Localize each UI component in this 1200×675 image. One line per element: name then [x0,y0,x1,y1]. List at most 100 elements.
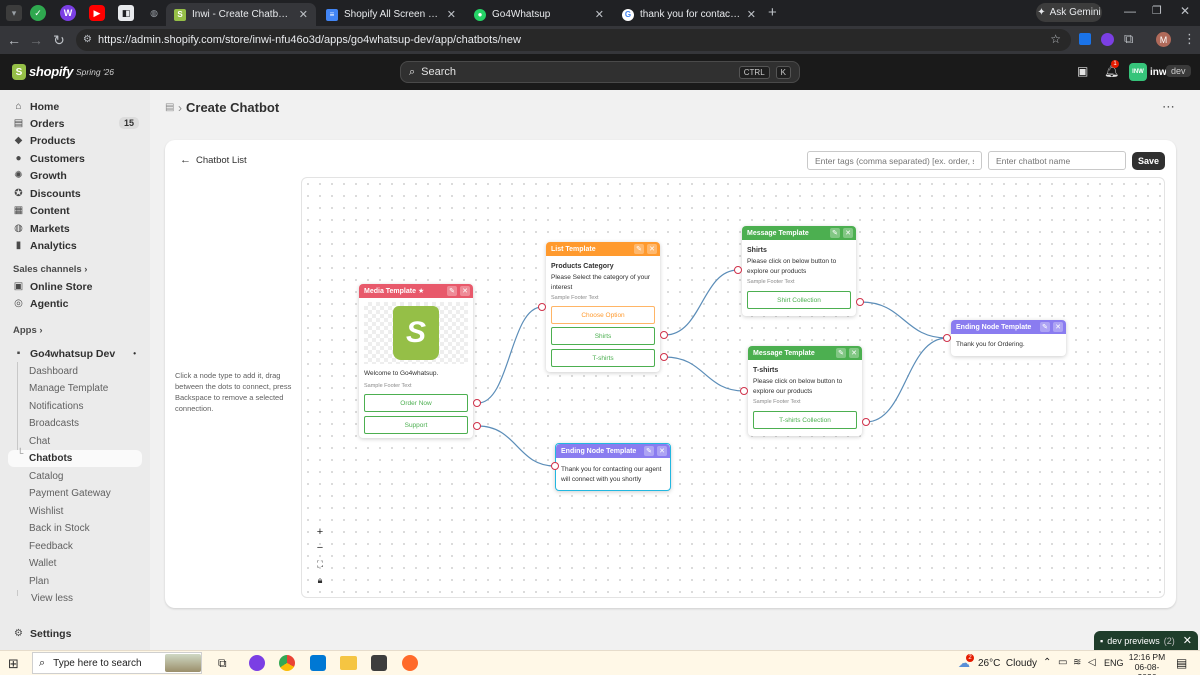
restore-icon[interactable]: ❐ [1152,4,1162,17]
window-close-icon[interactable]: ✕ [1180,4,1190,18]
handle-tshirts[interactable] [660,353,668,361]
edit-pencil-icon[interactable]: ✎ [447,286,457,296]
pinned-tab-app-icon[interactable]: W [60,5,76,21]
pinned-tab-check-icon[interactable]: ✓ [30,5,46,21]
tab-search-icon[interactable]: ▾ [6,5,22,21]
handle-support[interactable] [473,422,481,430]
reload-icon[interactable]: ↻ [51,32,67,48]
node-header[interactable]: Media Template ★ ✎ ✕ [359,284,473,298]
sidebar-sub-chatbots[interactable]: Chatbots [29,450,72,466]
edit-pencil-icon[interactable]: ✎ [644,446,654,456]
zoom-in-icon[interactable]: + [312,524,328,540]
node-header[interactable]: List Template ✎ ✕ [546,242,660,256]
view-less-link[interactable]: View less [31,590,73,606]
sidebar-sub-manage-template[interactable]: Manage Template [29,380,108,396]
vscode-icon[interactable] [310,655,326,671]
sidebar-sub-dashboard[interactable]: Dashboard [29,363,78,379]
notification-center-icon[interactable]: ▤ [1176,656,1187,670]
sidebar-sub-notifications[interactable]: Notifications [29,398,83,414]
sidebar-sub-back-in-stock[interactable]: Back in Stock [29,520,90,536]
lock-icon[interactable]: 🔒︎ [312,572,328,588]
node-header[interactable]: Message Template ✎ ✕ [748,346,862,360]
forward-icon[interactable]: → [28,32,44,48]
sidebar-sub-plan[interactable]: Plan [29,573,49,589]
edit-pencil-icon[interactable]: ✎ [830,228,840,238]
pinned-tab-tool-icon[interactable]: ◧ [118,5,134,21]
inbox-icon[interactable]: ▣ [1077,64,1088,78]
tab-create-chatbot[interactable]: S Inwi - Create Chatbot - Shopify ✕ [166,3,316,26]
handle-order-now[interactable] [473,399,481,407]
postman-icon[interactable] [402,655,418,671]
sidebar-item-growth[interactable]: ✺ Growth [8,167,142,184]
sidebar-item-home[interactable]: ⌂ Home [8,98,142,115]
order-now-button[interactable]: Order Now [364,394,468,412]
weather-text[interactable]: 26°C Cloudy [978,658,1037,669]
sidebar-sub-catalog[interactable]: Catalog [29,468,63,484]
wifi-icon[interactable]: ≋ [1073,657,1081,668]
tshirts-option-button[interactable]: T-shirts [551,349,655,367]
edge-support-to-ending[interactable] [477,425,556,467]
handle-list-input[interactable] [538,303,546,311]
fit-view-icon[interactable]: ⛶ [312,556,328,572]
node-message-tshirts[interactable]: Message Template ✎ ✕ T-shirts Please cli… [748,346,862,436]
close-icon[interactable]: ✕ [747,8,756,21]
task-view-icon[interactable]: ⧉ [218,656,227,671]
app-breadcrumb-icon[interactable]: ▤ [165,102,174,113]
sidebar-item-go4whatsup[interactable]: ▪ Go4whatsup Dev • [8,345,142,362]
palette-conditional-node[interactable]: Conditional Node [175,312,294,333]
store-avatar[interactable]: INW [1129,63,1147,81]
handle-shirt-collection[interactable] [856,298,864,306]
taskbar-app-icon[interactable] [249,655,265,671]
edge-order-now-to-list[interactable] [477,306,543,404]
chevron-up-icon[interactable]: ⌃ [1043,657,1051,668]
sidebar-item-settings[interactable]: ⚙ Settings [8,625,142,642]
sidebar-item-content[interactable]: ▦ Content [8,202,142,219]
extension-icon[interactable] [1079,33,1091,45]
sales-channels-heading[interactable]: Sales channels › [13,264,87,275]
volume-icon[interactable]: ◁ [1088,657,1096,668]
delete-x-icon[interactable]: ✕ [1053,322,1063,332]
edge-shirts-to-message[interactable] [664,269,739,336]
node-ending-ordering[interactable]: Ending Node Template ✎ ✕ Thank you for O… [951,320,1066,356]
sidebar-sub-feedback[interactable]: Feedback [29,538,73,554]
node-header[interactable]: Ending Node Template ✎ ✕ [556,444,670,458]
pinned-tab-youtube-icon[interactable]: ▶ [89,5,105,21]
close-icon[interactable]: ✕ [447,8,456,21]
tab-google-search[interactable]: G thank you for contacting our agent ✕ [614,3,764,26]
chrome-icon[interactable] [279,655,295,671]
node-list-template[interactable]: List Template ✎ ✕ Products Category Plea… [546,242,660,372]
support-button[interactable]: Support [364,416,468,434]
minimize-icon[interactable]: — [1124,4,1136,18]
sidebar-item-agentic[interactable]: ◎ Agentic [8,295,142,312]
node-media-template[interactable]: Media Template ★ ✎ ✕ S Welcome to Go4wha… [359,284,473,438]
handle-ending-support-input[interactable] [551,462,559,470]
edge-tshirts-collection-to-ending[interactable] [865,337,948,423]
shirt-collection-button[interactable]: Shirt Collection [747,291,851,309]
node-ending-support[interactable]: Ending Node Template ✎ ✕ Thank you for c… [555,443,671,491]
palette-list[interactable]: List [175,231,294,252]
palette-question[interactable]: Question [175,285,294,306]
tab-go4whatsup[interactable]: ● Go4Whatsup ✕ [466,3,612,26]
sidebar-item-orders[interactable]: ▤ Orders 15 [8,115,142,132]
sidebar-item-markets[interactable]: ◍ Markets [8,220,142,237]
delete-x-icon[interactable]: ✕ [849,348,859,358]
delete-x-icon[interactable]: ✕ [647,244,657,254]
extension-app-icon[interactable] [1101,33,1114,46]
language-indicator[interactable]: ENG [1104,658,1124,668]
sidebar-sub-payment-gateway[interactable]: Payment Gateway [29,485,111,501]
more-actions-icon[interactable]: ⋯ [1162,99,1175,115]
sidebar-sub-wishlist[interactable]: Wishlist [29,503,63,519]
apps-heading[interactable]: Apps › [13,325,43,336]
shirts-option-button[interactable]: Shirts [551,327,655,345]
tags-input[interactable] [807,151,982,170]
search-bar[interactable]: ⌕ Search CTRL K [400,61,800,83]
pinned-tab-globe-icon[interactable]: ◍ [146,5,162,21]
ask-gemini-button[interactable]: ✦ Ask Gemini [1036,3,1102,22]
node-message-shirts[interactable]: Message Template ✎ ✕ Shirts Please click… [742,226,856,316]
file-explorer-icon[interactable] [340,656,357,670]
back-to-list-link[interactable]: ← Chatbot List [180,154,247,166]
node-header[interactable]: Message Template ✎ ✕ [742,226,856,240]
network-icon[interactable]: ▭ [1058,657,1067,668]
handle-shirts[interactable] [660,331,668,339]
browser-menu-icon[interactable]: ⋮ [1183,31,1196,47]
